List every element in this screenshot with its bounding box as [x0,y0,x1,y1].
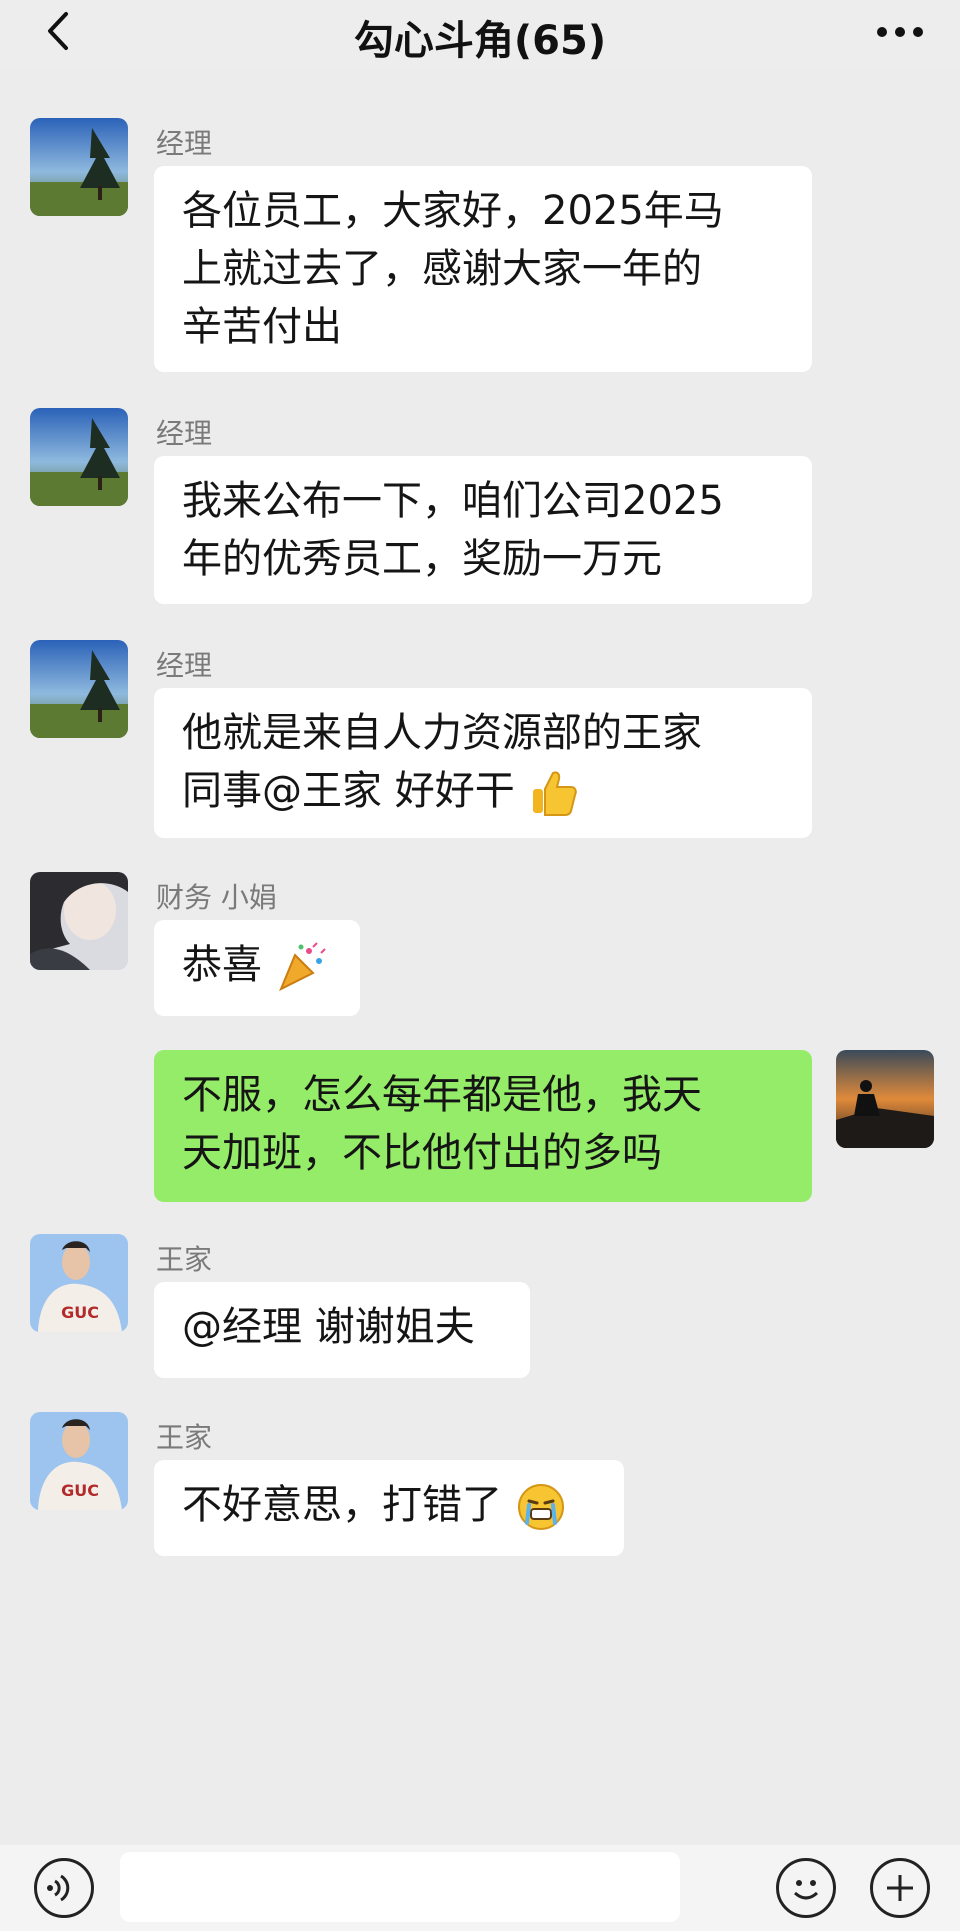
message-line: 各位员工，大家好，2025年马 [182,188,724,234]
sender-name: 王家 [156,1243,213,1276]
avatar-manager[interactable] [30,408,128,506]
avatar-manager[interactable] [30,640,128,738]
sender-name: 经理 [156,649,213,682]
sender-name: 王家 [156,1421,213,1454]
message-bubble[interactable]: @经理 谢谢姐夫 [154,1282,530,1378]
sunset-avatar-icon [836,1050,934,1148]
avatar-self[interactable] [836,1050,934,1148]
message-input[interactable] [120,1852,680,1922]
shirt-logo-text: GUC [61,1481,99,1500]
message-bubble[interactable]: 他就是来自人力资源部的王家 同事@王家 好好干 [154,688,812,838]
message-line: 上就过去了，感谢大家一年的 [182,246,702,292]
landscape-avatar-icon [30,408,128,506]
more-dots-icon [877,27,923,37]
plus-icon [887,1875,913,1901]
message-line: 辛苦付出 [182,304,342,350]
message-line: 他就是来自人力资源部的王家 [182,710,702,756]
landscape-avatar-icon [30,640,128,738]
sender-name: 财务 小娟 [156,881,277,914]
emoji-button[interactable] [776,1858,836,1918]
landscape-avatar-icon [30,118,128,216]
message-bubble-self[interactable]: 不服，怎么每年都是他，我天 天加班，不比他付出的多吗 [154,1050,812,1202]
message-line-with-emoji: 同事@王家 好好干 [182,762,784,820]
message-line: 不服，怎么每年都是他，我天 [182,1072,702,1118]
message-text: 恭喜 [182,942,262,988]
top-bar: 勾心斗角(65) [0,0,960,70]
message-bubble[interactable]: 各位员工，大家好，2025年马 上就过去了，感谢大家一年的 辛苦付出 [154,166,812,372]
avatar-finance-xiaojuan[interactable] [30,872,128,970]
shirt-logo-text: GUC [61,1303,99,1322]
thumbs-up-emoji [533,771,578,816]
message-line: 天加班，不比他付出的多吗 [182,1130,662,1176]
sender-name: 经理 [156,127,213,160]
emoji-icon [793,1880,819,1900]
message-bubble[interactable]: 不好意思，打错了 [154,1460,624,1556]
avatar-manager[interactable] [30,118,128,216]
message-text: 同事@王家 好好干 [182,768,515,814]
party-popper-emoji [278,942,326,992]
voice-icon [47,1874,70,1902]
message-bubble[interactable]: 恭喜 [154,920,360,1016]
portrait-avatar-icon [30,872,128,970]
chat-title: 勾心斗角(65) [353,18,607,64]
message-text: 不好意思，打错了 [182,1482,502,1528]
plus-button[interactable] [870,1858,930,1918]
sender-name: 经理 [156,417,213,450]
more-button[interactable] [870,14,930,50]
message-line: @经理 谢谢姐夫 [182,1304,475,1350]
message-bubble[interactable]: 我来公布一下，咱们公司2025 年的优秀员工，奖励一万元 [154,456,812,604]
portrait-avatar-icon: GUC [30,1412,128,1510]
voice-button[interactable] [34,1858,94,1918]
portrait-avatar-icon: GUC [30,1234,128,1332]
avatar-wangjia[interactable]: GUC [30,1412,128,1510]
crying-emoji [517,1484,564,1530]
message-line: 我来公布一下，咱们公司2025 [182,478,724,524]
avatar-wangjia[interactable]: GUC [30,1234,128,1332]
message-line: 年的优秀员工，奖励一万元 [182,536,662,582]
